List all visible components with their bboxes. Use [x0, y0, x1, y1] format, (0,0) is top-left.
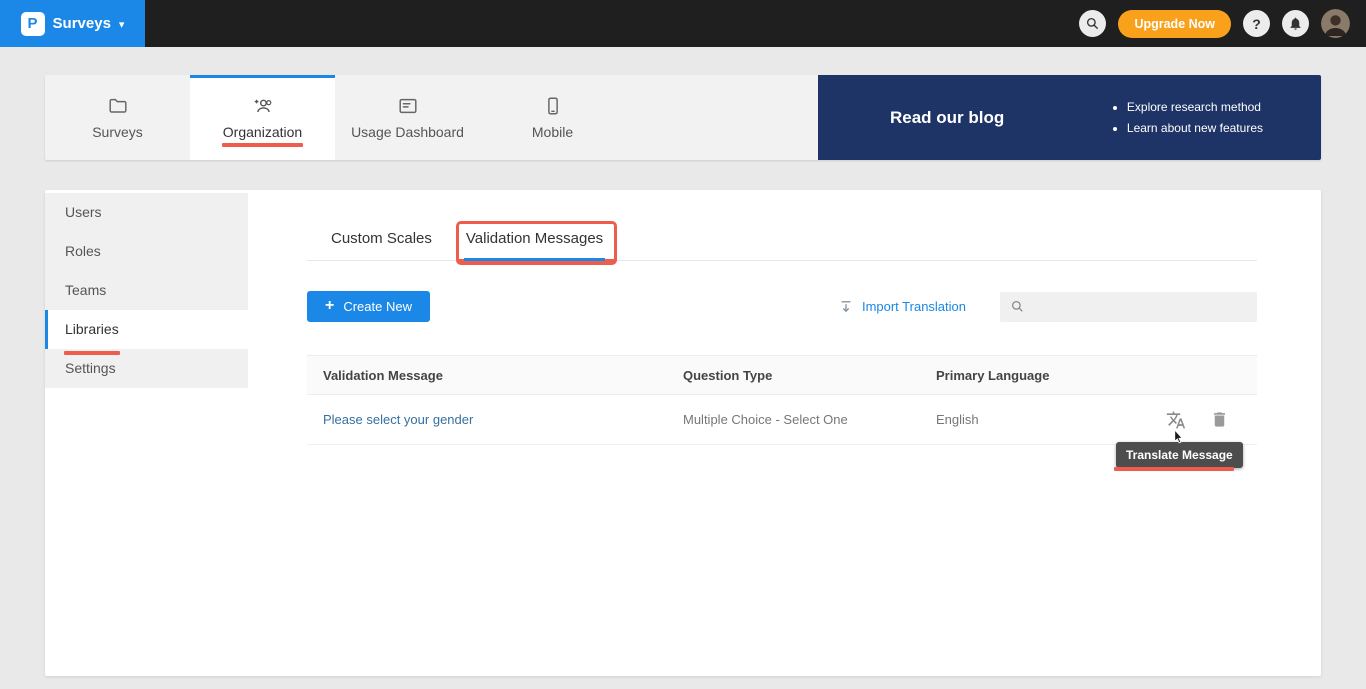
search-icon: [1085, 16, 1100, 31]
import-translation-label: Import Translation: [862, 299, 966, 314]
nav-tab-label: Usage Dashboard: [351, 124, 464, 140]
import-icon: [838, 299, 854, 315]
column-header-question-type: Question Type: [667, 368, 920, 383]
help-button[interactable]: ?: [1243, 10, 1270, 37]
annotation-underline-tooltip: [1114, 467, 1234, 471]
nav-tab-mobile[interactable]: Mobile: [480, 75, 625, 160]
column-header-validation-message: Validation Message: [307, 368, 667, 383]
mobile-phone-icon: [542, 95, 564, 117]
folder-icon: [107, 95, 129, 117]
nav-tab-label: Mobile: [532, 124, 573, 140]
sidebar-item-libraries[interactable]: Libraries: [45, 310, 248, 349]
sidebar-item-label: Libraries: [65, 321, 119, 337]
table-header-row: Validation Message Question Type Primary…: [307, 355, 1257, 395]
module-tabs: Surveys Organization Usage Dashboard Mob…: [45, 75, 818, 160]
annotation-underline-organization: [222, 143, 303, 147]
validation-messages-table: Validation Message Question Type Primary…: [307, 355, 1257, 445]
nav-tab-label: Organization: [223, 124, 302, 140]
app-switcher[interactable]: P Surveys ▾: [0, 0, 145, 47]
column-header-primary-language: Primary Language: [920, 368, 1150, 383]
create-new-button[interactable]: + Create New: [307, 291, 430, 322]
tab-label: Validation Messages: [466, 230, 603, 247]
search-input[interactable]: [1031, 299, 1247, 314]
blog-bullet: Explore research method: [1127, 97, 1263, 118]
topbar-actions: Upgrade Now ?: [1079, 9, 1366, 38]
topbar: P Surveys ▾ Upgrade Now ?: [0, 0, 1366, 47]
import-translation-link[interactable]: Import Translation: [838, 299, 966, 315]
trash-icon: [1210, 410, 1229, 429]
libraries-content: Custom Scales Validation Messages + Crea…: [307, 190, 1257, 445]
library-tabs: Custom Scales Validation Messages: [307, 230, 1257, 261]
delete-message-button[interactable]: [1210, 410, 1229, 429]
sidebar-item-label: Roles: [65, 243, 101, 259]
question-type-value: Multiple Choice - Select One: [667, 412, 920, 427]
nav-tab-organization[interactable]: Organization: [190, 75, 335, 160]
nav-tab-surveys[interactable]: Surveys: [45, 75, 190, 160]
row-actions: Translate Message: [1150, 410, 1257, 430]
blog-bullet: Learn about new features: [1127, 118, 1263, 139]
translate-icon: [1166, 410, 1186, 430]
organization-people-icon: [252, 95, 274, 117]
nav-tab-usage-dashboard[interactable]: Usage Dashboard: [335, 75, 480, 160]
tab-label: Custom Scales: [331, 230, 432, 247]
user-photo: [1321, 9, 1350, 38]
blog-bullet-list: Explore research method Learn about new …: [1113, 97, 1263, 139]
table-row: Please select your gender Multiple Choic…: [307, 395, 1257, 445]
sidebar-item-teams[interactable]: Teams: [45, 271, 248, 310]
sidebar-item-label: Teams: [65, 282, 106, 298]
toolbar: + Create New Import Translation: [307, 291, 1257, 322]
settings-sidebar: Users Roles Teams Libraries Settings: [45, 190, 248, 676]
create-new-label: Create New: [343, 299, 412, 314]
tab-custom-scales[interactable]: Custom Scales: [329, 230, 434, 260]
blog-title: Read our blog: [890, 108, 1004, 128]
sidebar-item-users[interactable]: Users: [45, 193, 248, 232]
tab-validation-messages[interactable]: Validation Messages: [464, 230, 605, 260]
brand-label: Surveys: [53, 15, 111, 32]
dashboard-panel-icon: [397, 95, 419, 117]
module-nav-card: Surveys Organization Usage Dashboard Mob…: [45, 75, 1321, 160]
upgrade-button[interactable]: Upgrade Now: [1118, 10, 1231, 38]
search-button[interactable]: [1079, 10, 1106, 37]
sidebar-item-roles[interactable]: Roles: [45, 232, 248, 271]
search-icon: [1010, 299, 1025, 314]
avatar[interactable]: [1321, 9, 1350, 38]
notifications-button[interactable]: [1282, 10, 1309, 37]
primary-language-value: English: [920, 412, 1150, 427]
validation-message-link[interactable]: Please select your gender: [307, 412, 667, 427]
blog-banner[interactable]: Read our blog Explore research method Le…: [818, 75, 1321, 160]
sidebar-item-label: Settings: [65, 360, 116, 376]
nav-tab-label: Surveys: [92, 124, 143, 140]
sidebar-item-label: Users: [65, 204, 102, 220]
tooltip: Translate Message: [1116, 442, 1243, 468]
bell-icon: [1288, 16, 1303, 31]
chevron-down-icon: ▾: [119, 18, 125, 31]
mouse-cursor-icon: [1171, 429, 1186, 444]
plus-icon: +: [325, 297, 334, 315]
sidebar-item-settings[interactable]: Settings: [45, 349, 248, 388]
main-card: Users Roles Teams Libraries Settings Cus…: [45, 190, 1321, 676]
translate-message-button[interactable]: Translate Message: [1166, 410, 1186, 430]
questionpro-logo: P: [21, 12, 45, 36]
table-search: [1000, 292, 1257, 322]
toolbar-right: Import Translation: [838, 292, 1257, 322]
tooltip-text: Translate Message: [1126, 448, 1233, 462]
